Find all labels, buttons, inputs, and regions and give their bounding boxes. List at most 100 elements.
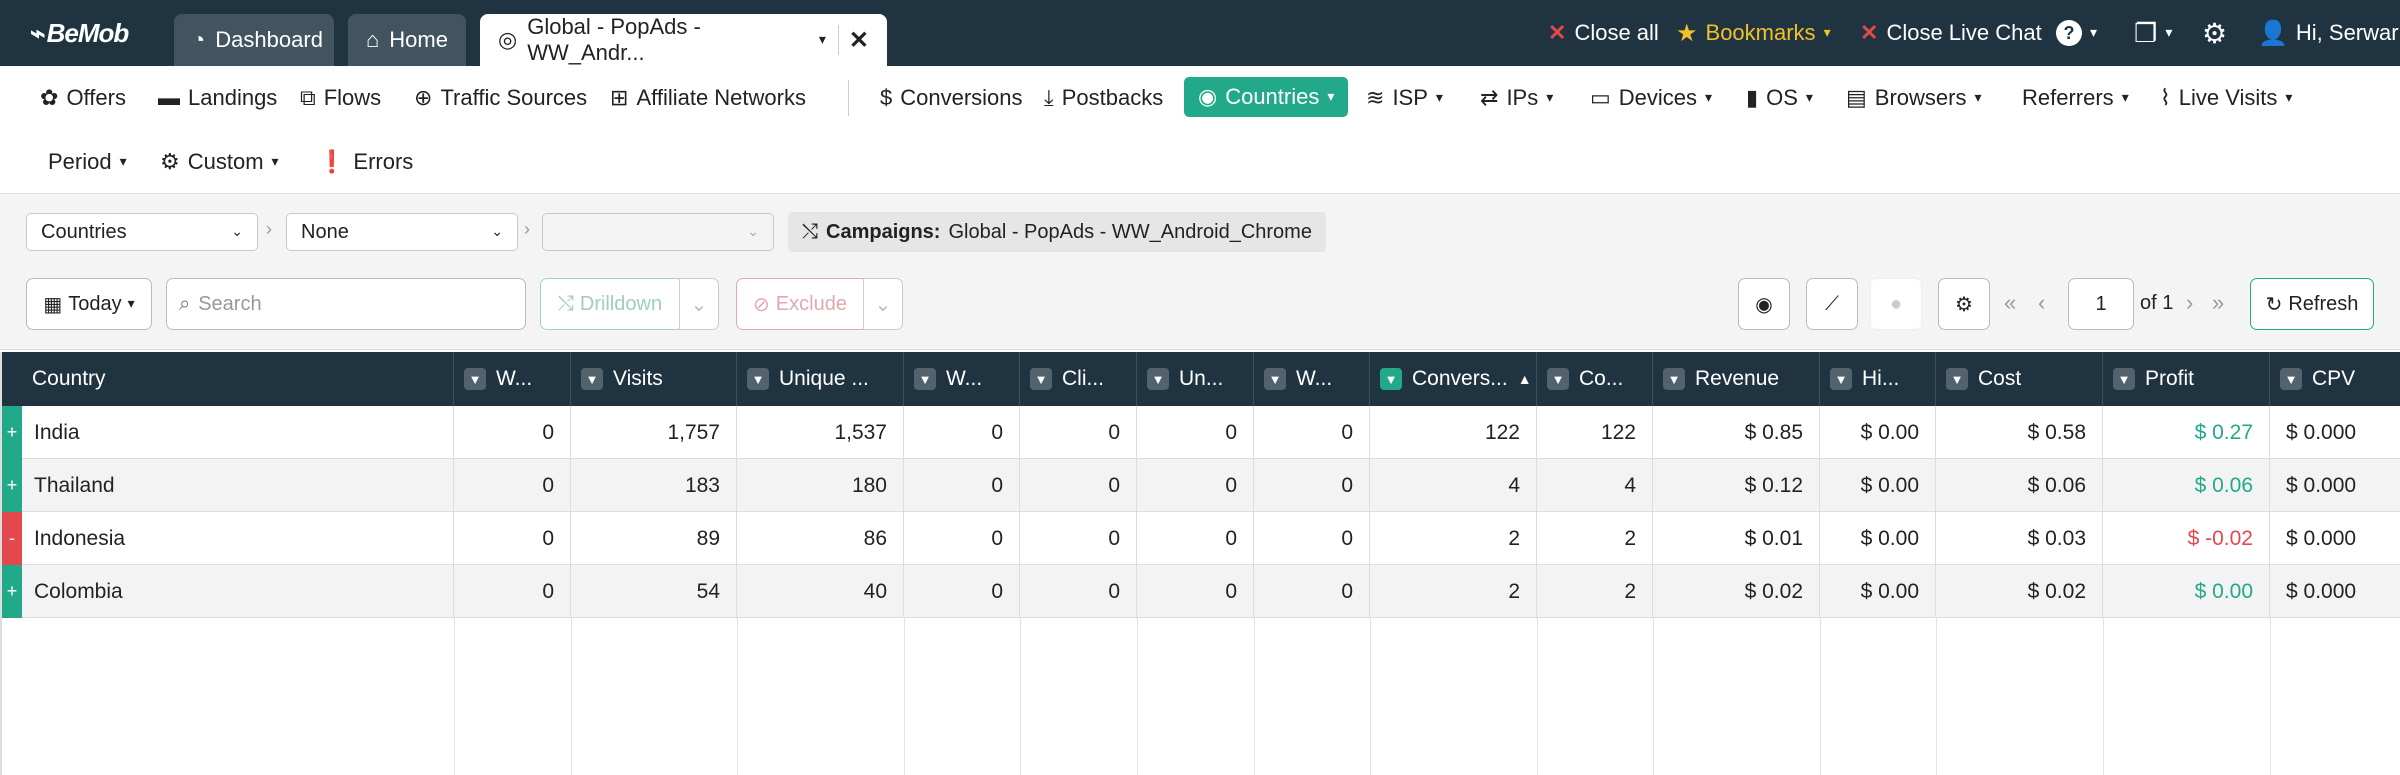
column-header-conversions[interactable]: ▼ Convers... ▲	[1370, 352, 1537, 406]
group-by-1-select[interactable]: Countries ⌄	[26, 213, 258, 251]
column-header[interactable]: ▼ Hi...	[1820, 352, 1936, 406]
user-menu[interactable]: 👤 Hi, Serwar	[2258, 0, 2399, 66]
close-tab-icon[interactable]: ✕	[849, 26, 869, 55]
filter-icon[interactable]: ▼	[914, 368, 936, 390]
column-header-clicks[interactable]: ▼ Cli...	[1020, 352, 1137, 406]
nav-isp[interactable]: ≋ ISP ▾	[1366, 78, 1443, 118]
settings-button[interactable]: ⚙	[1938, 278, 1990, 330]
search-input[interactable]: ⌕ Search	[166, 278, 526, 330]
nav-landings[interactable]: ▬ Landings	[158, 78, 277, 118]
expand-row-button[interactable]: +	[2, 565, 22, 618]
laptop-icon: ▭	[1590, 85, 1611, 110]
refresh-button[interactable]: ↻ Refresh	[2250, 278, 2374, 330]
filter-icon[interactable]: ▼	[1380, 368, 1402, 390]
filter-icon[interactable]: ▼	[2113, 368, 2135, 390]
table-row[interactable]: - Indonesia 0 89 86 0 0 0 0 2 2 $ 0.01 $…	[2, 512, 2400, 565]
column-header-visits[interactable]: ▼ Visits	[571, 352, 737, 406]
column-header-profit[interactable]: ▼ Profit	[2103, 352, 2270, 406]
close-all-button[interactable]: ✕ Close all	[1548, 0, 1659, 66]
campaign-filter-chip[interactable]: ⤭ Campaigns: Global - PopAds - WW_Androi…	[788, 212, 1326, 252]
column-header[interactable]: ▼ W...	[1254, 352, 1370, 406]
column-header-cpv[interactable]: ▼ CPV	[2270, 352, 2400, 406]
nav-countries[interactable]: ◉ Countries ▾	[1184, 77, 1349, 117]
filter-icon[interactable]: ▼	[464, 368, 486, 390]
filter-icon[interactable]: ▼	[1830, 368, 1852, 390]
nav-postbacks[interactable]: ⤓ Postbacks	[1044, 78, 1163, 118]
filter-icon[interactable]: ▼	[581, 368, 603, 390]
column-header[interactable]: ▼ W...	[454, 352, 571, 406]
column-header-unique[interactable]: ▼ Unique ...	[737, 352, 904, 406]
nav-traffic-sources[interactable]: ⊕ Traffic Sources	[414, 78, 587, 118]
filter-icon[interactable]: ▼	[1663, 368, 1685, 390]
column-header[interactable]: ▼ Co...	[1537, 352, 1653, 406]
first-page-icon[interactable]: «	[2004, 290, 2016, 316]
chevron-down-icon[interactable]: ▾	[819, 31, 826, 48]
filter-icon[interactable]: ▼	[747, 368, 769, 390]
collapse-row-button[interactable]: -	[2, 512, 22, 565]
column-header-country[interactable]: Country	[22, 352, 454, 406]
settings-button[interactable]: ⚙	[2202, 0, 2227, 66]
tab-dashboard[interactable]: ◔ Dashboard	[174, 14, 334, 66]
nav-ips[interactable]: ⇄ IPs ▾	[1480, 78, 1553, 118]
tab-campaign[interactable]: ◎ Global - PopAds - WW_Andr... ▾ ✕	[480, 14, 887, 66]
column-header[interactable]: ▼ W...	[904, 352, 1020, 406]
cell-clicks: 0	[1020, 565, 1137, 618]
chevron-down-icon: ▾	[2285, 88, 2293, 105]
exclude-dropdown[interactable]: ⌄	[863, 278, 903, 330]
nav-conversions[interactable]: $ Conversions	[880, 78, 1023, 118]
nav-referrers[interactable]: Referrers ▾	[2022, 78, 2129, 118]
drilldown-dropdown[interactable]: ⌄	[679, 278, 719, 330]
bookmarks-button[interactable]: ★ Bookmarks ▾	[1676, 0, 1831, 66]
prev-page-icon[interactable]: ‹	[2038, 290, 2045, 316]
nav-offers[interactable]: ✿ Offers	[40, 78, 126, 118]
cell-profit: $ -0.02	[2103, 512, 2270, 565]
column-header-revenue[interactable]: ▼ Revenue	[1653, 352, 1820, 406]
close-live-chat-button[interactable]: ✕ Close Live Chat	[1860, 0, 2042, 66]
chevron-down-icon: ▾	[119, 152, 127, 169]
nav-period[interactable]: Period ▾	[48, 142, 127, 182]
help-menu[interactable]: ? ▾	[2056, 0, 2097, 66]
drilldown-button[interactable]: ⤭ Drilldown	[540, 278, 680, 330]
column-header-cost[interactable]: ▼ Cost	[1936, 352, 2103, 406]
date-range-button[interactable]: ▦ Today ▾	[26, 278, 152, 330]
group-by-2-select[interactable]: None ⌄	[286, 213, 518, 251]
expand-row-button[interactable]: +	[2, 406, 22, 459]
chart-button[interactable]: ⟋	[1806, 278, 1858, 330]
user-icon: 👤	[2258, 19, 2288, 47]
filter-icon[interactable]: ▼	[2280, 368, 2302, 390]
expand-row-button[interactable]: +	[2, 459, 22, 512]
nav-errors[interactable]: ❗ Errors	[318, 142, 413, 182]
bemob-logo[interactable]: ⌁BeMob	[30, 18, 129, 49]
filter-icon[interactable]: ▼	[1147, 368, 1169, 390]
cell-unique: 40	[737, 565, 904, 618]
next-page-icon[interactable]: ›	[2186, 290, 2193, 316]
page-number-input[interactable]: 1	[2068, 278, 2134, 330]
group-by-3-select[interactable]: ⌄	[542, 213, 774, 251]
close-icon: ✕	[1548, 20, 1567, 45]
last-page-icon[interactable]: »	[2212, 290, 2224, 316]
table-row[interactable]: + Colombia 0 54 40 0 0 0 0 2 2 $ 0.02 $ …	[2, 565, 2400, 618]
filter-icon[interactable]: ▼	[1030, 368, 1052, 390]
filter-icon[interactable]: ▼	[1547, 368, 1569, 390]
nav-affiliate-networks[interactable]: ⊞ Affiliate Networks	[610, 78, 806, 118]
nav-live-visits[interactable]: ⌇ Live Visits ▾	[2160, 78, 2292, 118]
table-row[interactable]: + India 0 1,757 1,537 0 0 0 0 122 122 $ …	[2, 406, 2400, 459]
column-visibility-button[interactable]: ◉	[1738, 278, 1790, 330]
column-header[interactable]: ▼ Un...	[1137, 352, 1254, 406]
cell-cost: $ 0.03	[1936, 512, 2103, 565]
filter-icon[interactable]: ▼	[1946, 368, 1968, 390]
exclude-button[interactable]: ⊘ Exclude	[736, 278, 864, 330]
nav-os[interactable]: ▮ OS ▾	[1746, 78, 1813, 118]
nav-devices[interactable]: ▭ Devices ▾	[1590, 78, 1712, 118]
table-row[interactable]: + Thailand 0 183 180 0 0 0 0 4 4 $ 0.12 …	[2, 459, 2400, 512]
chevron-down-icon: ▾	[2121, 88, 2129, 105]
nav-flows[interactable]: ⧉ Flows	[300, 78, 381, 118]
nav-custom[interactable]: ⚙ Custom ▾	[160, 142, 279, 182]
cell-country: Indonesia	[22, 512, 454, 565]
windows-menu[interactable]: ❐ ▾	[2134, 0, 2172, 66]
filter-icon[interactable]: ▼	[1264, 368, 1286, 390]
cell-unique: 180	[737, 459, 904, 512]
nav-browsers[interactable]: ▤ Browsers ▾	[1846, 78, 1982, 118]
tab-home[interactable]: ⌂ Home	[348, 14, 466, 66]
comment-button[interactable]: ●	[1870, 278, 1922, 330]
